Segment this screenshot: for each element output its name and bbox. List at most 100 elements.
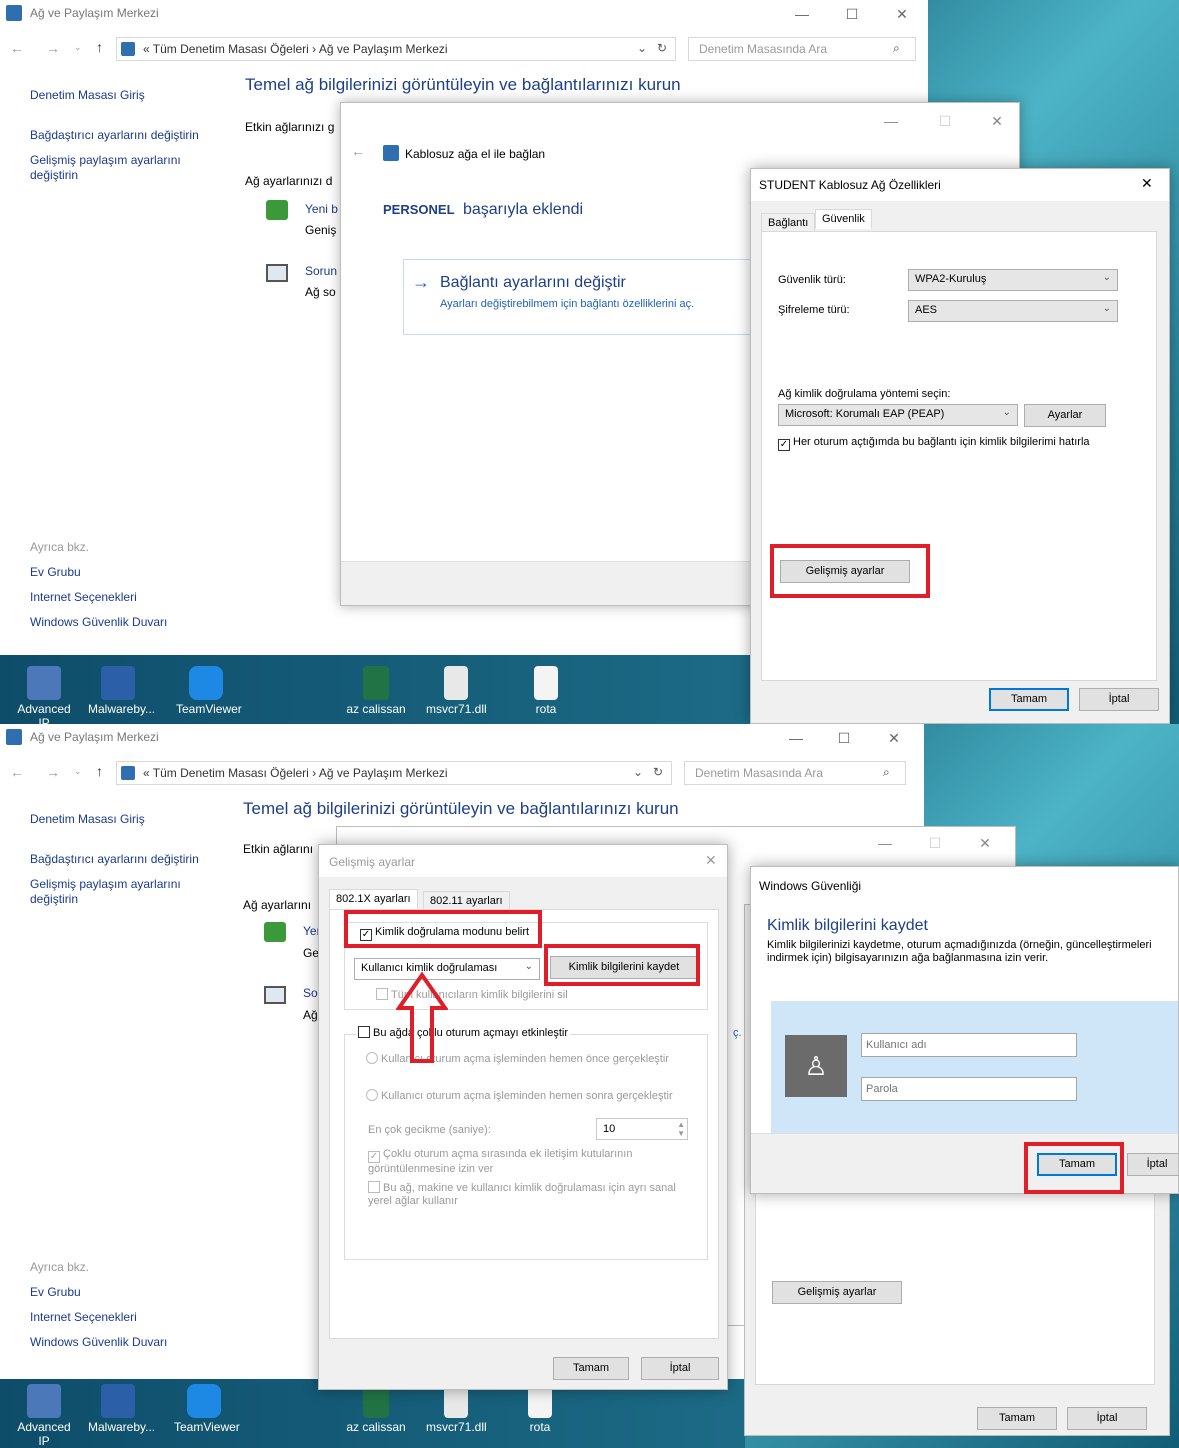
new-connection-icon [266, 200, 288, 220]
close-button[interactable]: ✕ [882, 2, 922, 26]
sidebar-advanced-sharing[interactable]: Gelişmiş paylaşım ayarlarını değiştirin [30, 877, 210, 907]
troubleshoot-link[interactable]: So [303, 986, 318, 1000]
new-connection-desc: Ge [303, 946, 320, 960]
desktop-icon-excel[interactable]: az calissan [346, 1384, 406, 1434]
sidebar-home[interactable]: Denetim Masası Giriş [30, 88, 145, 102]
sidebar-advanced-sharing[interactable]: Gelişmiş paylaşım ayarlarını değiştirin [30, 153, 210, 183]
desktop-icon-dll[interactable]: msvcr71.dll [426, 1384, 487, 1434]
breadcrumb-root[interactable]: Tüm Denetim Masası Öğeleri [153, 766, 309, 780]
back-arrow-icon[interactable]: ← [10, 764, 24, 780]
sso-enable[interactable]: Bu ağda çoklu oturum açmayı etkinleştir [356, 1026, 571, 1039]
wizard-close-button[interactable]: ✕ [977, 109, 1017, 133]
ok-button[interactable]: Tamam [989, 688, 1069, 711]
desktop-icon-rota[interactable]: rota [516, 666, 576, 716]
desktop-icon-malwarebytes[interactable]: Malwareby... [88, 666, 155, 716]
new-connection-link[interactable]: Yeni b [305, 202, 338, 216]
desktop-icon-rota[interactable]: rota [510, 1384, 570, 1434]
teamviewer-icon [187, 1384, 221, 1418]
see-also-firewall[interactable]: Windows Güvenlik Duvarı [30, 615, 167, 629]
desktop-icon-teamviewer[interactable]: TeamViewer [176, 666, 242, 716]
top-screenshot: Ağ ve Paylaşım Merkezi — ☐ ✕ ← → ⌄ ↑ « T… [0, 0, 1179, 724]
breadcrumb-current[interactable]: Ağ ve Paylaşım Merkezi [319, 766, 448, 780]
sidebar-adapter-settings[interactable]: Bağdaştırıcı ayarlarını değiştirin [30, 852, 199, 866]
see-also-internet-options[interactable]: Internet Seçenekleri [30, 590, 137, 604]
tab-security[interactable]: Güvenlik [815, 209, 872, 229]
advanced-titlebar: Gelişmiş ayarlar ✕ [319, 845, 727, 877]
search-icon[interactable]: ⌕ [883, 765, 890, 780]
change-settings-option[interactable]: → Bağlantı ayarlarını değiştir Ayarları … [403, 259, 763, 335]
close-button[interactable]: ✕ [874, 726, 914, 750]
settings-button[interactable]: Ayarlar [1024, 404, 1106, 427]
window-title: Ağ ve Paylaşım Merkezi [30, 6, 159, 20]
maximize-button[interactable]: ☐ [824, 726, 864, 750]
cancel-button[interactable]: İptal [641, 1357, 719, 1380]
minimize-button[interactable]: — [782, 2, 822, 26]
ok-button[interactable]: Tamam [977, 1407, 1057, 1430]
search-box[interactable]: Denetim Masasında Ara ⌕ [688, 37, 916, 61]
forward-arrow-icon[interactable]: → [46, 764, 60, 780]
active-networks-label: Etkin ağlarını [243, 842, 314, 856]
search-box[interactable]: Denetim Masasında Ara ⌕ [684, 761, 906, 785]
tab-80211[interactable]: 802.11 ayarları [423, 891, 510, 911]
up-arrow-icon[interactable]: ↑ [96, 763, 103, 779]
security-type-select[interactable]: WPA2-Kuruluş ⌄ [908, 269, 1118, 291]
desktop-icon-dll[interactable]: msvcr71.dll [426, 666, 487, 716]
cancel-button[interactable]: İptal [1079, 688, 1159, 711]
search-icon[interactable]: ⌕ [893, 41, 900, 56]
tab-8021x[interactable]: 802.1X ayarları [329, 889, 418, 909]
added-text: başarıyla eklendi [462, 201, 584, 218]
sidebar-adapter-settings[interactable]: Bağdaştırıcı ayarlarını değiştirin [30, 128, 199, 142]
dropdown-chevron-icon[interactable]: ⌄ [637, 41, 647, 55]
wizard-back-icon[interactable]: ← [351, 143, 365, 159]
search-placeholder: Denetim Masasında Ara [699, 42, 828, 56]
desktop-icon-advanced-ip[interactable]: Advanced IP [14, 1384, 74, 1448]
advanced-settings-button[interactable]: Gelişmiş ayarlar [772, 1281, 902, 1304]
properties-close-icon[interactable]: ✕ [1141, 175, 1153, 192]
wizard-title: Kablosuz ağa el ile bağlan [405, 147, 546, 161]
minimize-button[interactable]: — [776, 726, 816, 750]
up-arrow-icon[interactable]: ↑ [96, 39, 103, 55]
dropdown-chevron-icon[interactable]: ⌄ [633, 765, 643, 779]
cancel-button[interactable]: İptal [1127, 1153, 1178, 1176]
see-also-internet-options[interactable]: Internet Seçenekleri [30, 1310, 137, 1324]
encryption-select[interactable]: AES ⌄ [908, 300, 1118, 322]
desktop-icon-advanced-ip[interactable]: Advanced IP [14, 666, 74, 724]
wizard-close-button[interactable]: ✕ [965, 831, 1005, 855]
forward-arrow-icon[interactable]: → [46, 40, 60, 56]
username-field[interactable] [861, 1033, 1077, 1057]
see-also-firewall[interactable]: Windows Güvenlik Duvarı [30, 1335, 167, 1349]
refresh-icon[interactable]: ↻ [653, 765, 663, 779]
sidebar-home[interactable]: Denetim Masası Giriş [30, 812, 145, 826]
desktop-icon-teamviewer[interactable]: TeamViewer [174, 1384, 240, 1434]
remember-checkbox[interactable]: ✓ [778, 439, 790, 451]
remember-credentials[interactable]: ✓ Her oturum açtığımda bu bağlantı için k… [778, 436, 1098, 451]
wizard-minimize-button[interactable]: — [871, 109, 911, 133]
malwarebytes-icon [101, 1384, 135, 1418]
breadcrumb-root[interactable]: Tüm Denetim Masası Öğeleri [153, 42, 309, 56]
back-arrow-icon[interactable]: ← [10, 40, 24, 56]
desktop-icon-malwarebytes[interactable]: Malwareby... [88, 1384, 155, 1434]
maximize-button[interactable]: ☐ [832, 2, 872, 26]
wizard-minimize-button[interactable]: — [865, 831, 905, 855]
cancel-button[interactable]: İptal [1067, 1407, 1147, 1430]
option-desc: Ayarları değiştirebilmem için bağlantı ö… [440, 298, 695, 310]
recent-chevron-icon[interactable]: ⌄ [74, 766, 82, 777]
ok-button[interactable]: Tamam [553, 1357, 629, 1380]
chevron-down-icon: ⌄ [1102, 303, 1111, 314]
see-also-homegroup[interactable]: Ev Grubu [30, 1285, 81, 1299]
password-field[interactable] [861, 1077, 1077, 1101]
auth-method-select[interactable]: Microsoft: Korumalı EAP (PEAP) ⌄ [778, 404, 1018, 426]
desktop-icon-excel[interactable]: az calissan [346, 666, 406, 716]
troubleshoot-link[interactable]: Sorun [305, 264, 337, 278]
address-bar[interactable]: « Tüm Denetim Masası Öğeleri › Ağ ve Pay… [116, 761, 672, 785]
see-also-homegroup[interactable]: Ev Grubu [30, 565, 81, 579]
change-settings-label: Ağ ayarlarını [243, 898, 312, 912]
address-bar[interactable]: « Tüm Denetim Masası Öğeleri › Ağ ve Pay… [116, 37, 676, 61]
security-dialog-description: Kimlik bilgilerinizi kaydetme, oturum aç… [767, 939, 1152, 964]
advanced-close-icon[interactable]: ✕ [705, 852, 717, 869]
tab-connection[interactable]: Bağlantı [761, 213, 816, 233]
refresh-icon[interactable]: ↻ [657, 41, 667, 55]
recent-chevron-icon[interactable]: ⌄ [74, 42, 82, 53]
sso-checkbox[interactable] [358, 1026, 370, 1038]
breadcrumb-current[interactable]: Ağ ve Paylaşım Merkezi [319, 42, 448, 56]
